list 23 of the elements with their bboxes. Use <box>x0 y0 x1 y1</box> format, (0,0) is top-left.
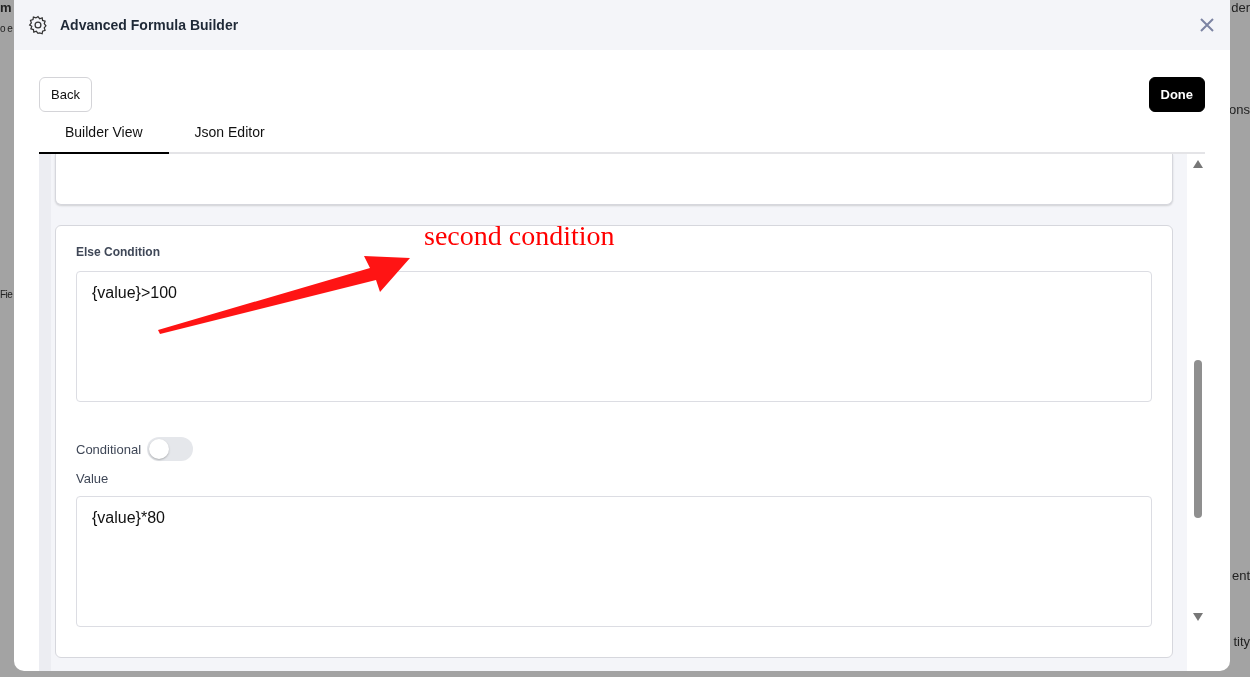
value-field[interactable]: {value}*80 <box>76 496 1152 627</box>
conditional-toggle[interactable] <box>147 437 194 461</box>
tab[interactable]: Json Editor <box>168 112 291 154</box>
card-title: Else Condition <box>76 245 161 259</box>
value-label: Value <box>76 471 110 486</box>
background-text: o e <box>0 22 13 36</box>
condition-field[interactable]: {value}>100 <box>76 271 1152 402</box>
background-text: Fie <box>0 288 13 302</box>
back-button[interactable]: Back <box>39 77 92 112</box>
background-text: tity <box>1233 634 1250 650</box>
background-text: der <box>1231 0 1250 16</box>
close-button[interactable] <box>1198 16 1216 34</box>
annotation-text: second condition <box>424 220 615 252</box>
done-button[interactable]: Done <box>1148 77 1205 112</box>
background-text: ent <box>1231 568 1250 584</box>
window-title: Advanced Formula Builder <box>60 17 240 33</box>
scroll-down-icon[interactable] <box>1192 613 1203 621</box>
conditional-label: Conditional <box>76 441 142 457</box>
settings-icon <box>28 15 48 35</box>
scroll-thumb[interactable] <box>1193 360 1202 518</box>
background-text: m <box>0 0 12 16</box>
background-text: ons <box>1230 102 1250 118</box>
scroll-up-icon[interactable] <box>1192 160 1203 168</box>
